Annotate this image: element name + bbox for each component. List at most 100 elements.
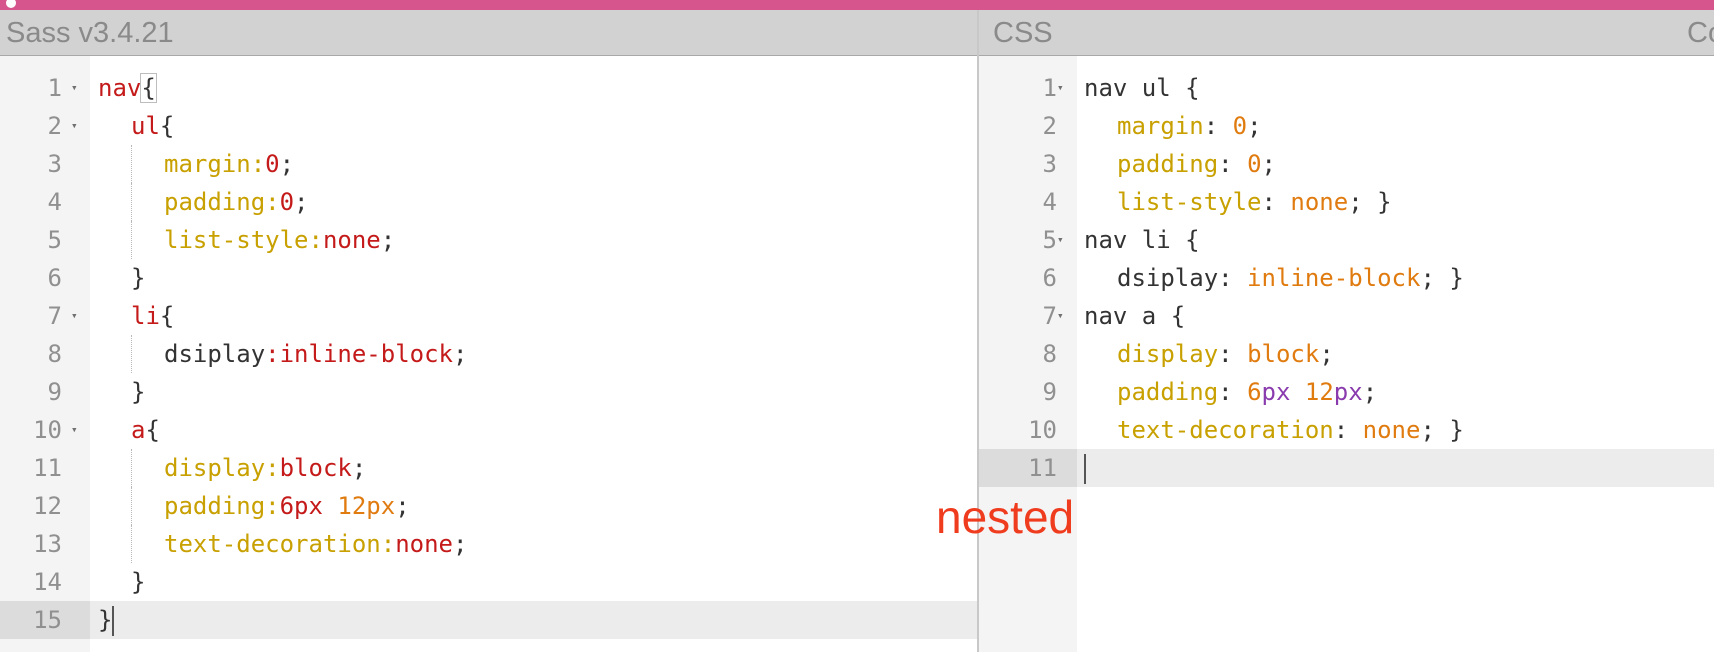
fold-arrow-icon[interactable]: ▾ bbox=[71, 69, 78, 107]
code-line[interactable]: 8 display: block; bbox=[979, 335, 1714, 373]
indent-guide bbox=[131, 221, 132, 259]
code-text: dsiplay: inline-block; } bbox=[1117, 259, 1464, 297]
code-token: display bbox=[1117, 340, 1219, 368]
code-token: ; bbox=[452, 530, 468, 558]
code-line[interactable]: 6 dsiplay: inline-block; } bbox=[979, 259, 1714, 297]
line-number: 6 bbox=[1042, 264, 1057, 292]
code-line[interactable]: 2 margin: 0; bbox=[979, 107, 1714, 145]
line-number: 9 bbox=[1042, 378, 1057, 406]
code-text: display:block; bbox=[164, 449, 366, 487]
code-token: padding: bbox=[164, 492, 280, 520]
compiler-option-label[interactable]: Co bbox=[1687, 17, 1714, 50]
code-token: : bbox=[1203, 112, 1233, 140]
code-text: nav a { bbox=[1084, 297, 1185, 335]
code-token: dsiplay bbox=[164, 340, 266, 368]
code-token: none bbox=[322, 226, 381, 254]
code-token: } bbox=[131, 378, 146, 406]
code-line[interactable]: 2 ▾ ul{ bbox=[0, 107, 977, 145]
code-token: ul bbox=[131, 112, 160, 140]
code-token: } bbox=[131, 568, 146, 596]
code-text: margin:0; bbox=[164, 145, 294, 183]
code-token: ; } bbox=[1348, 188, 1392, 216]
nested-annotation: nested bbox=[936, 491, 1075, 543]
code-line[interactable]: 10 text-decoration: none; } bbox=[979, 411, 1714, 449]
code-token: text-decoration: bbox=[164, 530, 396, 558]
code-text: list-style:none; bbox=[164, 221, 395, 259]
code-line[interactable]: 12 padding:6px 12px; bbox=[0, 487, 977, 525]
css-output-pane[interactable]: CSS Co 1▾nav ul {2margin: 0;3padding: 0;… bbox=[979, 10, 1714, 652]
fold-arrow-icon[interactable]: ▾ bbox=[1057, 297, 1064, 335]
code-token: ; bbox=[1319, 340, 1334, 368]
code-text: a{ bbox=[131, 411, 160, 449]
indent-guide bbox=[131, 449, 132, 487]
fold-arrow-icon[interactable]: ▾ bbox=[1057, 69, 1064, 107]
code-text: padding:0; bbox=[164, 183, 309, 221]
fold-arrow-icon[interactable]: ▾ bbox=[71, 107, 78, 145]
code-token: list-style: bbox=[164, 226, 323, 254]
code-line[interactable]: 7 ▾ nav a { bbox=[979, 297, 1714, 335]
code-token: ; bbox=[351, 454, 367, 482]
code-token: : bbox=[1333, 416, 1363, 444]
code-text: text-decoration: none; } bbox=[1117, 411, 1464, 449]
code-token: ; bbox=[279, 150, 295, 178]
code-token: { bbox=[145, 416, 160, 444]
code-text: list-style: none; } bbox=[1117, 183, 1392, 221]
code-token: block bbox=[279, 454, 352, 482]
fold-arrow-icon[interactable]: ▾ bbox=[71, 297, 78, 335]
code-token: : bbox=[1218, 378, 1248, 406]
code-line[interactable]: 11 display:block; bbox=[0, 449, 977, 487]
line-number: 13 bbox=[33, 530, 62, 558]
code-line[interactable]: 4 padding:0; bbox=[0, 183, 977, 221]
code-token: 12px bbox=[337, 492, 396, 520]
code-line[interactable]: 5 ▾ nav li { bbox=[979, 221, 1714, 259]
code-line[interactable]: 7 ▾ li{ bbox=[0, 297, 977, 335]
code-line[interactable]: 3 margin:0; bbox=[0, 145, 977, 183]
css-code-area[interactable]: 1 ▾ nav ul {2 margin: 0; 3 padding: 0; 4 list-s… bbox=[979, 69, 1714, 487]
code-line[interactable]: 1 ▾ nav ul { bbox=[979, 69, 1714, 107]
code-line[interactable]: 13 text-decoration:none; bbox=[0, 525, 977, 563]
fold-arrow-icon[interactable]: ▾ bbox=[1057, 221, 1064, 259]
sass-code-area[interactable]: 1 ▾ nav{2 ▾ ul{3 margin:0; 4 padding:0; 5 list-st… bbox=[0, 69, 977, 639]
window-dot-icon[interactable] bbox=[6, 0, 16, 8]
app-top-bar bbox=[0, 0, 1714, 10]
code-text: margin: 0; bbox=[1117, 107, 1262, 145]
sass-pane-header[interactable]: Sass v3.4.21 bbox=[0, 10, 977, 56]
code-token: ; } bbox=[1420, 416, 1464, 444]
code-token: px bbox=[1261, 378, 1291, 406]
code-line[interactable]: 4 list-style: none; } bbox=[979, 183, 1714, 221]
code-line[interactable]: 10 ▾ a{ bbox=[0, 411, 977, 449]
line-number: 3 bbox=[47, 150, 62, 178]
code-token: } bbox=[131, 264, 146, 292]
sass-editor-pane[interactable]: Sass v3.4.21 1 ▾ nav{2 ▾ ul{3 margin:0; 4 paddi… bbox=[0, 10, 977, 652]
code-line[interactable]: 9} bbox=[0, 373, 977, 411]
line-number: 11 bbox=[33, 454, 62, 482]
sass-pane-title[interactable]: Sass v3.4.21 bbox=[6, 17, 174, 50]
code-line[interactable]: 11 bbox=[979, 449, 1714, 487]
code-line[interactable]: 3 padding: 0; bbox=[979, 145, 1714, 183]
line-number: 10 bbox=[1028, 416, 1057, 444]
line-number: 11 bbox=[979, 449, 1077, 487]
line-number: 5 bbox=[47, 226, 62, 254]
code-line[interactable]: 5 list-style:none; bbox=[0, 221, 977, 259]
code-token: ; } bbox=[1420, 264, 1464, 292]
code-line[interactable]: 14} bbox=[0, 563, 977, 601]
code-line[interactable]: 15} bbox=[0, 601, 977, 639]
css-pane-header[interactable]: CSS Co bbox=[979, 10, 1714, 56]
code-line[interactable]: 8 dsiplay:inline-block; bbox=[0, 335, 977, 373]
code-token: { bbox=[159, 302, 175, 330]
fold-arrow-icon[interactable]: ▾ bbox=[71, 411, 78, 449]
line-number: 6 bbox=[47, 264, 62, 292]
code-text: nav{ bbox=[98, 69, 157, 107]
code-token: none bbox=[1362, 416, 1421, 444]
code-text: nav li { bbox=[1084, 221, 1200, 259]
code-text: } bbox=[131, 259, 145, 297]
code-line[interactable]: 6} bbox=[0, 259, 977, 297]
code-line[interactable]: 9 padding: 6px 12px; bbox=[979, 373, 1714, 411]
code-token: margin: bbox=[164, 150, 266, 178]
code-line[interactable]: 1 ▾ nav{ bbox=[0, 69, 977, 107]
css-pane-title[interactable]: CSS bbox=[993, 17, 1053, 50]
code-token: padding: bbox=[164, 188, 280, 216]
code-text: nav ul { bbox=[1084, 69, 1200, 107]
line-number: 8 bbox=[1042, 340, 1057, 368]
code-token: 12 bbox=[1304, 378, 1334, 406]
